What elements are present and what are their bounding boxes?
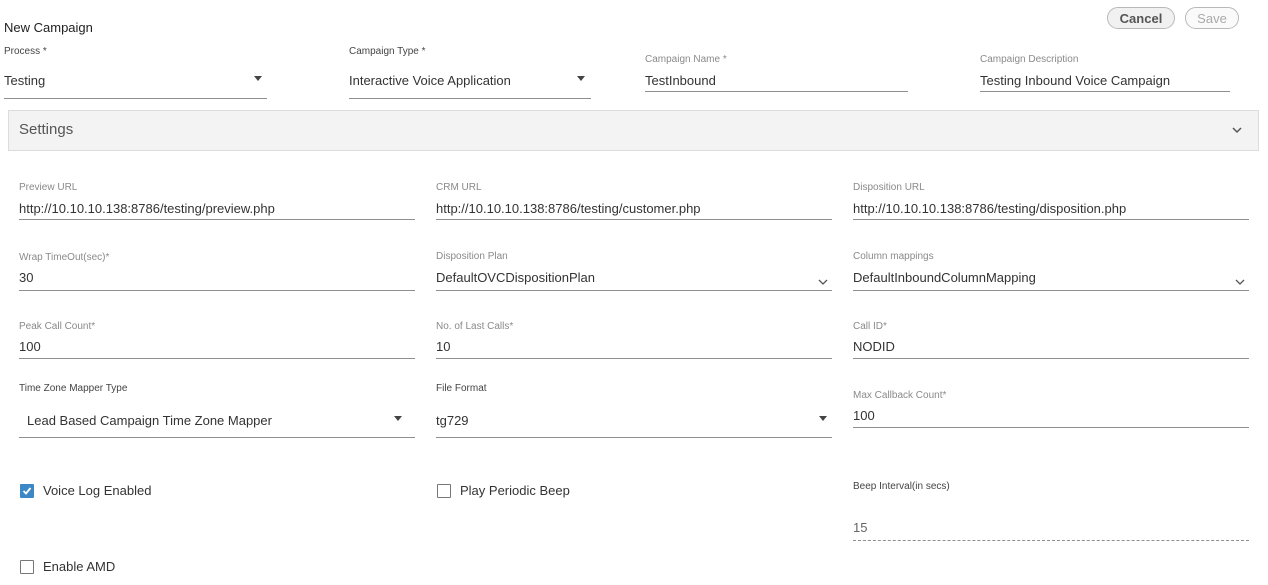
caret-down-icon [819,416,827,421]
campaign-name-value: TestInbound [645,73,716,88]
periodic-beep-label: Play Periodic Beep [460,483,570,498]
file-format-label: File Format [436,383,487,394]
max-callback-underline [853,427,1249,428]
peak-call-count-label: Peak Call Count* [19,321,96,332]
wrap-timeout-label: Wrap TimeOut(sec)* [19,252,110,263]
chevron-down-icon[interactable] [1232,126,1242,134]
campaign-description-label: Campaign Description [980,54,1079,65]
process-value: Testing [4,73,46,88]
call-id-value: NODID [853,339,895,354]
voice-log-label: Voice Log Enabled [43,483,152,498]
max-callback-label: Max Callback Count* [853,390,947,401]
beep-interval-underline [853,540,1249,541]
caret-down-icon [577,76,585,81]
beep-interval-value: 15 [853,520,868,535]
campaign-name-underline [645,91,908,92]
campaign-name-label: Campaign Name * [645,54,727,65]
last-calls-underline [436,358,832,359]
save-button[interactable]: Save [1185,7,1239,29]
column-mappings-underline [853,290,1249,291]
enable-amd-checkbox[interactable] [20,560,34,574]
disposition-plan-value: DefaultOVCDispositionPlan [436,270,595,285]
tz-mapper-underline [19,437,415,438]
settings-title: Settings [19,121,74,138]
column-mappings-value: DefaultInboundColumnMapping [853,270,1036,285]
tz-mapper-label: Time Zone Mapper Type [19,383,128,394]
file-format-underline [436,437,832,438]
enable-amd-label: Enable AMD [43,559,116,574]
column-mappings-label: Column mappings [853,251,934,262]
peak-call-count-underline [19,358,415,359]
chevron-down-icon [818,279,828,285]
disposition-plan-label: Disposition Plan [436,251,508,262]
call-id-label: Call ID* [853,321,887,332]
last-calls-value: 10 [436,339,451,354]
wrap-timeout-underline [19,290,415,291]
disposition-url-underline [853,219,1249,220]
campaign-description-underline [980,91,1230,92]
voice-log-checkbox[interactable] [20,484,34,498]
campaign-type-label: Campaign Type * [349,46,426,57]
campaign-description-value: Testing Inbound Voice Campaign [980,73,1171,88]
beep-interval-label: Beep Interval(in secs) [853,481,950,492]
cancel-button[interactable]: Cancel [1107,7,1175,29]
crm-url-value: http://10.10.10.138:8786/testing/custome… [436,201,701,216]
disposition-url-value: http://10.10.10.138:8786/testing/disposi… [853,201,1127,216]
disposition-url-label: Disposition URL [853,182,925,193]
peak-call-count-value: 100 [19,339,41,354]
caret-down-icon [394,416,402,421]
process-underline [4,98,267,99]
page-title: New Campaign [4,20,93,35]
process-label: Process * [4,46,47,57]
caret-down-icon [254,76,262,81]
periodic-beep-checkbox[interactable] [437,484,451,498]
last-calls-label: No. of Last Calls* [436,321,514,332]
file-format-value: tg729 [436,413,469,428]
tz-mapper-value: Lead Based Campaign Time Zone Mapper [27,413,272,428]
settings-panel-header[interactable] [8,110,1259,151]
wrap-timeout-value: 30 [19,270,34,285]
campaign-type-underline [349,98,591,99]
crm-url-label: CRM URL [436,182,482,193]
preview-url-value: http://10.10.10.138:8786/testing/preview… [19,201,275,216]
disposition-plan-underline [436,290,832,291]
call-id-underline [853,358,1249,359]
chevron-down-icon [1235,279,1245,285]
max-callback-value: 100 [853,408,875,423]
preview-url-underline [19,219,415,220]
checkmark-icon [22,487,32,495]
campaign-type-value: Interactive Voice Application [349,73,511,88]
crm-url-underline [436,219,832,220]
preview-url-label: Preview URL [19,182,78,193]
